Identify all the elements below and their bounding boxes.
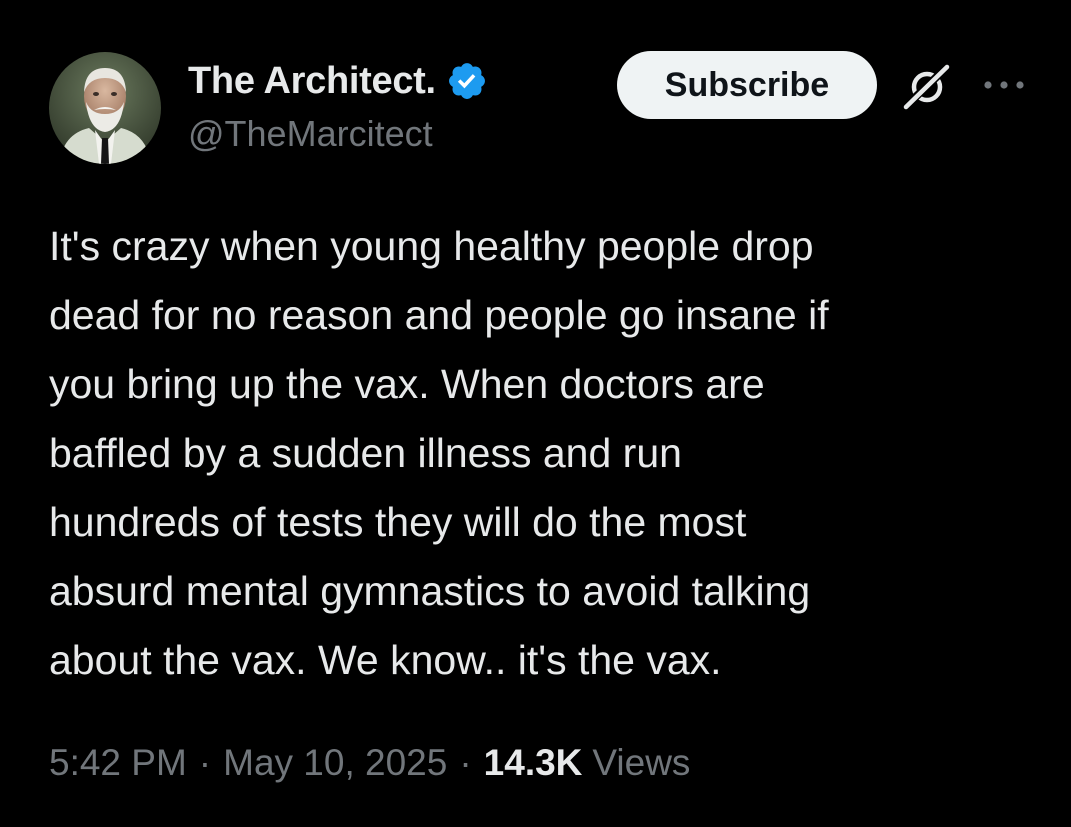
views-count: 14.3K [483, 742, 583, 783]
author-handle[interactable]: @TheMarcitect [188, 113, 433, 155]
tweet-text-line: you bring up the vax. When doctors are [49, 361, 765, 407]
tweet-text-line: about the vax. We know.. it's the vax. [49, 637, 722, 683]
avatar[interactable] [49, 52, 161, 164]
views-label: Views [592, 742, 691, 783]
tweet-meta: 5:42 PM · May 10, 2025 · 14.3K Views [49, 737, 690, 789]
tweet-text-line: baffled by a sudden illness and run [49, 430, 682, 476]
tweet-card: The Architect. @TheMarcitect Subscribe I… [0, 0, 1071, 827]
avatar-image [49, 52, 161, 164]
tweet-date[interactable]: May 10, 2025 [223, 742, 447, 784]
tweet-text-line: absurd mental gymnastics to avoid talkin… [49, 568, 811, 614]
more-horizontal-icon[interactable] [979, 70, 1029, 100]
verified-badge-icon[interactable] [446, 60, 488, 102]
tweet-text-line: dead for no reason and people go insane … [49, 292, 829, 338]
subscribe-button[interactable]: Subscribe [617, 51, 877, 119]
grok-icon[interactable] [898, 58, 956, 116]
meta-separator: · [459, 742, 472, 783]
meta-separator: · [198, 742, 212, 783]
author-display-name[interactable]: The Architect. [188, 60, 436, 103]
tweet-text: It's crazy when young healthy people dro… [49, 212, 1039, 695]
tweet-text-line: hundreds of tests they will do the most [49, 499, 747, 545]
tweet-text-line: It's crazy when young healthy people dro… [49, 223, 814, 269]
tweet-time[interactable]: 5:42 PM [49, 742, 187, 784]
author-name-row: The Architect. [188, 58, 488, 104]
